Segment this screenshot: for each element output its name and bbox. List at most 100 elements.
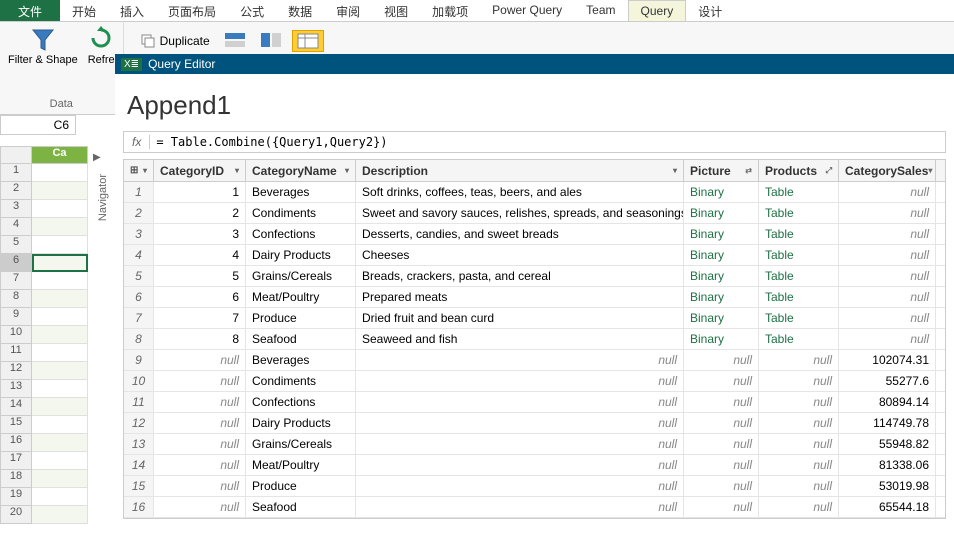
append-button[interactable] bbox=[256, 30, 286, 52]
col-header-categorysales[interactable]: CategorySales▾ bbox=[839, 160, 936, 181]
cell[interactable] bbox=[32, 218, 88, 236]
table-row[interactable]: 9nullBeveragesnullnullnull102074.31 bbox=[124, 350, 945, 371]
chevron-down-icon[interactable]: ▾ bbox=[235, 166, 239, 175]
row-header[interactable]: 20 bbox=[0, 506, 32, 524]
table-row[interactable]: 66Meat/PoultryPrepared meatsBinaryTablen… bbox=[124, 287, 945, 308]
row-number-cell[interactable]: 11 bbox=[124, 392, 154, 412]
tab-layout[interactable]: 页面布局 bbox=[156, 0, 228, 21]
cell[interactable] bbox=[32, 470, 88, 488]
row-header[interactable]: 11 bbox=[0, 344, 32, 362]
table-row[interactable]: 77ProduceDried fruit and bean curdBinary… bbox=[124, 308, 945, 329]
filter-shape-button[interactable]: Filter & Shape bbox=[8, 26, 78, 66]
table-row[interactable]: 11BeveragesSoft drinks, coffees, teas, b… bbox=[124, 182, 945, 203]
cell[interactable] bbox=[32, 452, 88, 470]
row-header[interactable]: 17 bbox=[0, 452, 32, 470]
row-header[interactable]: 8 bbox=[0, 290, 32, 308]
table-row[interactable]: 55Grains/CerealsBreads, crackers, pasta,… bbox=[124, 266, 945, 287]
row-header[interactable]: 7 bbox=[0, 272, 32, 290]
expand-icon[interactable]: ⇄ bbox=[745, 166, 752, 175]
row-header[interactable]: 15 bbox=[0, 416, 32, 434]
cell[interactable] bbox=[32, 182, 88, 200]
tab-home[interactable]: 开始 bbox=[60, 0, 108, 21]
tab-design[interactable]: 设计 bbox=[686, 0, 734, 21]
tab-powerquery[interactable]: Power Query bbox=[480, 0, 574, 21]
table-row[interactable]: 14nullMeat/Poultrynullnullnull81338.06 bbox=[124, 455, 945, 476]
row-number-cell[interactable]: 6 bbox=[124, 287, 154, 307]
col-header-products[interactable]: Products⤢ bbox=[759, 160, 839, 181]
row-header[interactable]: 12 bbox=[0, 362, 32, 380]
cell[interactable] bbox=[32, 326, 88, 344]
chevron-down-icon[interactable]: ▾ bbox=[928, 166, 932, 175]
row-header[interactable]: 4 bbox=[0, 218, 32, 236]
formula-input[interactable]: = Table.Combine({Query1,Query2}) bbox=[150, 133, 945, 151]
table-row[interactable]: 33ConfectionsDesserts, candies, and swee… bbox=[124, 224, 945, 245]
name-box[interactable] bbox=[0, 115, 76, 135]
row-header[interactable]: 14 bbox=[0, 398, 32, 416]
chevron-down-icon[interactable]: ▾ bbox=[143, 166, 147, 175]
table-row[interactable]: 10nullCondimentsnullnullnull55277.6 bbox=[124, 371, 945, 392]
row-number-cell[interactable]: 1 bbox=[124, 182, 154, 202]
sheet-grid[interactable]: Ca 1234567891011121314151617181920 bbox=[0, 146, 88, 524]
cell[interactable] bbox=[32, 488, 88, 506]
cell[interactable] bbox=[32, 164, 88, 182]
cell[interactable] bbox=[32, 254, 88, 272]
table-row[interactable]: 12nullDairy Productsnullnullnull114749.7… bbox=[124, 413, 945, 434]
table-row[interactable]: 44Dairy ProductsCheesesBinaryTablenull bbox=[124, 245, 945, 266]
tab-team[interactable]: Team bbox=[574, 0, 627, 21]
cell[interactable] bbox=[32, 200, 88, 218]
col-header-categoryname[interactable]: CategoryName▾ bbox=[246, 160, 356, 181]
cell[interactable] bbox=[32, 272, 88, 290]
row-number-cell[interactable]: 9 bbox=[124, 350, 154, 370]
row-header[interactable]: 16 bbox=[0, 434, 32, 452]
table-row[interactable]: 88SeafoodSeaweed and fishBinaryTablenull bbox=[124, 329, 945, 350]
expand-icon[interactable]: ⤢ bbox=[826, 166, 832, 176]
row-number-cell[interactable]: 15 bbox=[124, 476, 154, 496]
row-header[interactable]: 1 bbox=[0, 164, 32, 182]
row-number-cell[interactable]: 16 bbox=[124, 497, 154, 517]
tab-view[interactable]: 视图 bbox=[372, 0, 420, 21]
row-header[interactable]: 6 bbox=[0, 254, 32, 272]
tab-file[interactable]: 文件 bbox=[0, 0, 60, 21]
row-number-cell[interactable]: 3 bbox=[124, 224, 154, 244]
table-row[interactable]: 13nullGrains/Cerealsnullnullnull55948.82 bbox=[124, 434, 945, 455]
row-header[interactable]: 13 bbox=[0, 380, 32, 398]
row-header[interactable]: 10 bbox=[0, 326, 32, 344]
row-number-cell[interactable]: 13 bbox=[124, 434, 154, 454]
table-row[interactable]: 22CondimentsSweet and savory sauces, rel… bbox=[124, 203, 945, 224]
col-header-a[interactable]: Ca bbox=[32, 146, 88, 164]
row-number-cell[interactable]: 10 bbox=[124, 371, 154, 391]
row-header[interactable]: 9 bbox=[0, 308, 32, 326]
row-header[interactable]: 3 bbox=[0, 200, 32, 218]
cell[interactable] bbox=[32, 236, 88, 254]
tab-data[interactable]: 数据 bbox=[276, 0, 324, 21]
table-row[interactable]: 16nullSeafoodnullnullnull65544.18 bbox=[124, 497, 945, 518]
tab-addins[interactable]: 加载项 bbox=[420, 0, 480, 21]
row-number-cell[interactable]: 5 bbox=[124, 266, 154, 286]
refresh-button[interactable]: Refre bbox=[88, 26, 115, 66]
cell[interactable] bbox=[32, 506, 88, 524]
row-header[interactable]: 5 bbox=[0, 236, 32, 254]
table-row[interactable]: 11nullConfectionsnullnullnull80894.14 bbox=[124, 392, 945, 413]
duplicate-button[interactable]: Duplicate bbox=[136, 31, 214, 51]
row-number-cell[interactable]: 2 bbox=[124, 203, 154, 223]
tab-insert[interactable]: 插入 bbox=[108, 0, 156, 21]
col-header-picture[interactable]: Picture⇄ bbox=[684, 160, 759, 181]
tab-formulas[interactable]: 公式 bbox=[228, 0, 276, 21]
row-number-cell[interactable]: 7 bbox=[124, 308, 154, 328]
cell[interactable] bbox=[32, 290, 88, 308]
row-header[interactable]: 18 bbox=[0, 470, 32, 488]
row-number-cell[interactable]: 12 bbox=[124, 413, 154, 433]
col-header-categoryid[interactable]: CategoryID▾ bbox=[154, 160, 246, 181]
cell[interactable] bbox=[32, 308, 88, 326]
row-number-cell[interactable]: 4 bbox=[124, 245, 154, 265]
cell[interactable] bbox=[32, 398, 88, 416]
table-row[interactable]: 15nullProducenullnullnull53019.98 bbox=[124, 476, 945, 497]
row-header[interactable]: 2 bbox=[0, 182, 32, 200]
cell[interactable] bbox=[32, 380, 88, 398]
cell[interactable] bbox=[32, 434, 88, 452]
cell[interactable] bbox=[32, 362, 88, 380]
row-number-cell[interactable]: 8 bbox=[124, 329, 154, 349]
row-number-header[interactable]: ⊞▾ bbox=[124, 160, 154, 181]
tab-query[interactable]: Query bbox=[628, 0, 687, 21]
tab-review[interactable]: 审阅 bbox=[324, 0, 372, 21]
